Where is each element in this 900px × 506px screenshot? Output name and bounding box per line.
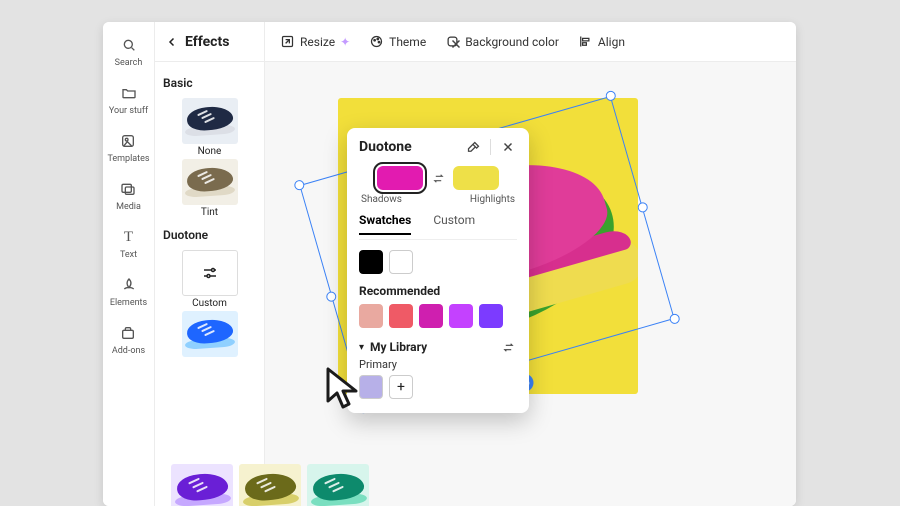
thumb-label: Tint bbox=[201, 207, 218, 218]
swatch-rec-3[interactable] bbox=[419, 304, 443, 328]
duotone-section-label: Duotone bbox=[163, 228, 256, 242]
media-icon bbox=[119, 180, 137, 198]
sliders-icon bbox=[182, 250, 238, 296]
rail-label: Elements bbox=[110, 298, 147, 308]
back-button[interactable] bbox=[165, 35, 179, 49]
current-swatches bbox=[359, 250, 517, 274]
text-icon: T bbox=[120, 228, 138, 246]
popover-title: Duotone bbox=[359, 139, 456, 155]
rail-your-stuff[interactable]: Your stuff bbox=[109, 84, 148, 116]
swatch-rec-5[interactable] bbox=[479, 304, 503, 328]
swatch-black[interactable] bbox=[359, 250, 383, 274]
theme-icon bbox=[368, 34, 384, 50]
basic-section-label: Basic bbox=[163, 76, 256, 90]
effect-tint[interactable]: Tint bbox=[163, 159, 256, 218]
duotone-popover: Duotone Shadows Highlights Swatches Cust… bbox=[347, 128, 529, 413]
rail-text[interactable]: T Text bbox=[120, 228, 138, 260]
sparkle-icon: ✦ bbox=[340, 35, 350, 49]
library-swap-button[interactable] bbox=[499, 338, 517, 356]
rail-elements[interactable]: Elements bbox=[110, 276, 147, 308]
rail-label: Templates bbox=[107, 154, 149, 164]
addons-icon bbox=[119, 324, 137, 342]
duotone-preset-teal[interactable] bbox=[307, 464, 369, 506]
resize-icon bbox=[279, 34, 295, 50]
recommended-label: Recommended bbox=[359, 284, 517, 298]
toolbar-label: Background color bbox=[465, 35, 559, 49]
highlights-label: Highlights bbox=[470, 194, 515, 205]
rail-addons[interactable]: Add-ons bbox=[112, 324, 145, 356]
primary-label: Primary bbox=[359, 358, 517, 371]
recommended-swatches bbox=[359, 304, 517, 328]
templates-icon bbox=[119, 132, 137, 150]
thumb-label: None bbox=[198, 146, 222, 157]
thumb-label: Custom bbox=[192, 298, 227, 309]
swatch-rec-1[interactable] bbox=[359, 304, 383, 328]
add-swatch-button[interactable]: + bbox=[389, 375, 413, 399]
effect-duotone-custom[interactable]: Custom bbox=[163, 250, 256, 309]
swatch-primary[interactable] bbox=[359, 375, 383, 399]
search-icon bbox=[120, 36, 138, 54]
highlights-color-chip[interactable] bbox=[453, 166, 499, 190]
swatch-rec-2[interactable] bbox=[389, 304, 413, 328]
chevron-down-icon[interactable]: ▾ bbox=[359, 342, 364, 353]
rail-label: Search bbox=[115, 58, 143, 68]
eyedropper-button[interactable] bbox=[464, 138, 482, 156]
toolbar-theme[interactable]: Theme bbox=[368, 34, 426, 50]
canvas[interactable] bbox=[265, 62, 796, 506]
panel-title: Effects bbox=[185, 34, 254, 50]
panel-header: Effects bbox=[155, 22, 264, 62]
toolbar-label: Align bbox=[598, 35, 625, 49]
toolbar-align[interactable]: Align bbox=[577, 34, 625, 50]
rail-label: Media bbox=[116, 202, 141, 212]
rail-label: Text bbox=[120, 250, 137, 260]
toolbar-label: Resize bbox=[300, 35, 335, 49]
library-label[interactable]: My Library bbox=[370, 340, 427, 354]
toolbar-label: Theme bbox=[389, 35, 426, 49]
shadows-label: Shadows bbox=[361, 194, 402, 205]
folder-icon bbox=[120, 84, 138, 102]
tab-swatches[interactable]: Swatches bbox=[359, 213, 411, 235]
effect-duotone-preset-blue[interactable] bbox=[163, 311, 256, 357]
align-icon bbox=[577, 34, 593, 50]
shadows-color-chip[interactable] bbox=[377, 166, 423, 190]
rail-templates[interactable]: Templates bbox=[107, 132, 149, 164]
effects-panel: Effects Basic None Tint bbox=[155, 22, 265, 506]
panel-close-button[interactable] bbox=[447, 35, 465, 53]
swatch-rec-4[interactable] bbox=[449, 304, 473, 328]
toolbar-resize[interactable]: Resize ✦ bbox=[279, 34, 350, 50]
context-toolbar: Resize ✦ Theme Background color bbox=[265, 22, 796, 62]
swap-icon[interactable] bbox=[431, 171, 445, 185]
duotone-preset-purple[interactable] bbox=[171, 464, 233, 506]
popover-close-button[interactable] bbox=[499, 138, 517, 156]
rail-media[interactable]: Media bbox=[116, 180, 141, 212]
effect-none[interactable]: None bbox=[163, 98, 256, 157]
nav-rail: Search Your stuff Templates Media bbox=[103, 22, 155, 506]
rail-search[interactable]: Search bbox=[115, 36, 143, 68]
elements-icon bbox=[120, 276, 138, 294]
swatch-white[interactable] bbox=[389, 250, 413, 274]
rail-label: Add-ons bbox=[112, 346, 145, 356]
canvas-area: Resize ✦ Theme Background color bbox=[265, 22, 796, 506]
duotone-preset-olive[interactable] bbox=[239, 464, 301, 506]
divider bbox=[490, 139, 491, 155]
tab-custom[interactable]: Custom bbox=[433, 213, 475, 235]
rail-label: Your stuff bbox=[109, 106, 148, 116]
